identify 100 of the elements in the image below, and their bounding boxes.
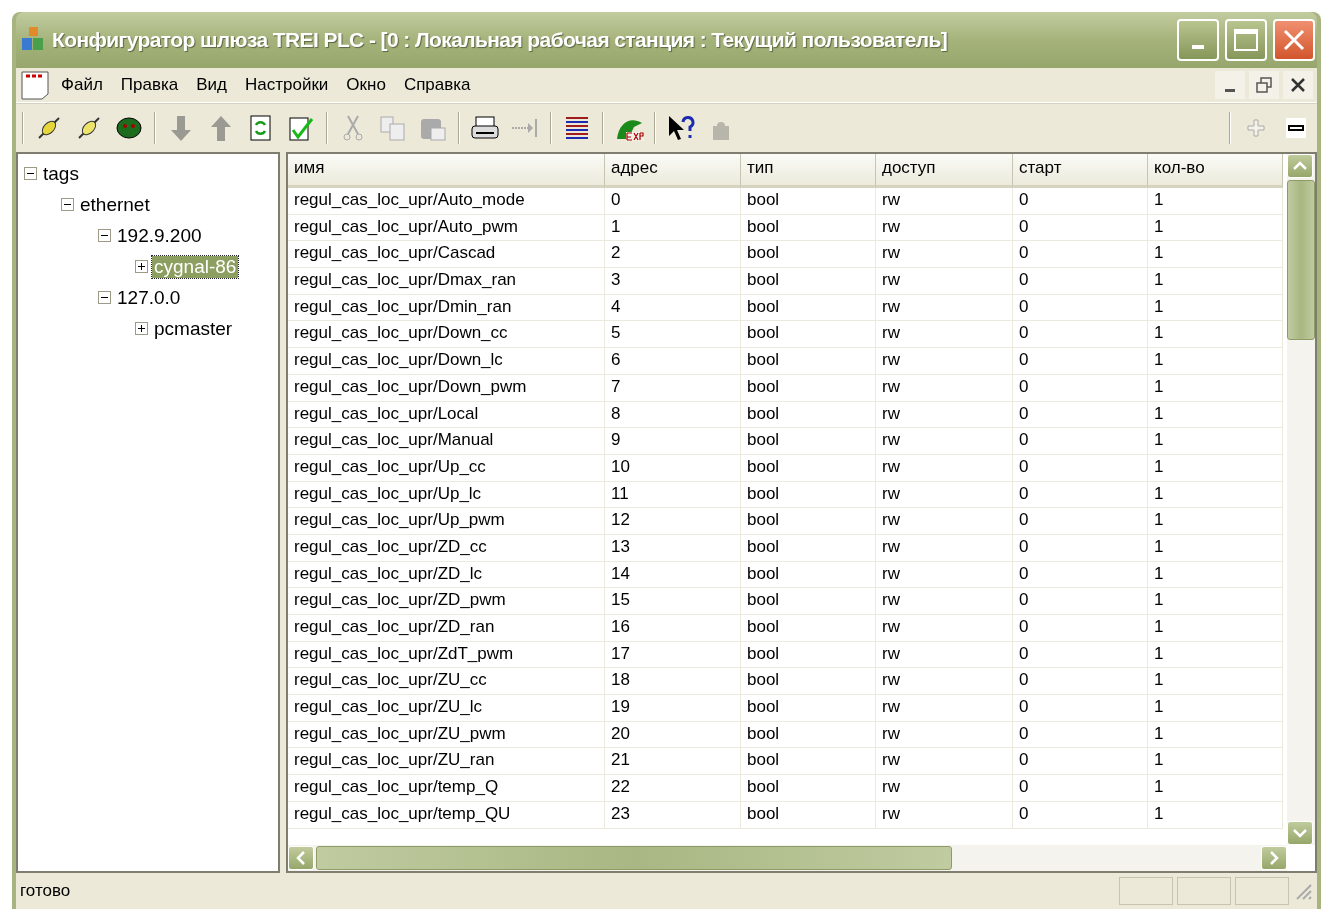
table-cell: 0 <box>605 188 741 215</box>
menu-item[interactable]: Справка <box>396 73 478 97</box>
menu-item[interactable]: Правка <box>113 73 186 97</box>
table-cell: 21 <box>605 748 741 776</box>
table-cell: 0 <box>1013 561 1148 589</box>
table-cell: 1 <box>1148 508 1283 535</box>
table-cell: bool <box>741 668 876 696</box>
table-cell: 1 <box>1148 588 1283 615</box>
maximize-button[interactable] <box>1225 19 1267 61</box>
tree-item[interactable]: pcmaster <box>152 317 235 340</box>
table-cell: rw <box>876 348 1013 375</box>
column-header[interactable]: доступ <box>876 154 1013 188</box>
table-cell: 9 <box>605 428 741 455</box>
table-cell: bool <box>741 428 876 455</box>
minus-icon <box>27 173 34 174</box>
expand-toggle[interactable] <box>135 260 148 273</box>
plus-icon <box>138 263 145 270</box>
scroll-thumb[interactable] <box>1287 180 1315 340</box>
scroll-right-button[interactable] <box>1261 846 1287 870</box>
table-cell: 0 <box>1013 508 1148 535</box>
table-cell: 1 <box>1148 401 1283 429</box>
table-cell: 2 <box>605 241 741 269</box>
column-header[interactable]: имя <box>288 154 605 188</box>
horizontal-scrollbar[interactable] <box>288 845 1287 871</box>
table-cell: 0 <box>1013 454 1148 482</box>
table-cell: 0 <box>1013 588 1148 615</box>
column-header[interactable]: кол-во <box>1148 154 1283 188</box>
help-pointer-icon[interactable] <box>666 113 696 143</box>
tree-item[interactable]: 192.9.200 <box>115 224 204 247</box>
table-cell: rw <box>876 241 1013 269</box>
table-cell: 4 <box>605 294 741 322</box>
minus-icon <box>101 235 108 236</box>
table-cell: rw <box>876 428 1013 455</box>
table-cell: regul_cas_loc_upr/Down_cc <box>288 321 605 349</box>
table-cell: 0 <box>1013 374 1148 402</box>
column-header[interactable]: тип <box>741 154 876 188</box>
scroll-thumb[interactable] <box>316 846 952 870</box>
expand-toggle[interactable] <box>98 229 111 242</box>
table-cell: 1 <box>1148 348 1283 375</box>
scroll-down-button[interactable] <box>1287 821 1313 845</box>
table-cell: regul_cas_loc_upr/Auto_pwm <box>288 214 605 242</box>
table-cell: 8 <box>605 401 741 429</box>
table-cell: regul_cas_loc_upr/ZU_lc <box>288 695 605 722</box>
expand-toggle[interactable] <box>98 291 111 304</box>
table-cell: 0 <box>1013 668 1148 696</box>
minimize-icon <box>1192 45 1204 49</box>
table-cell: 1 <box>1148 321 1283 349</box>
menu-item[interactable]: Настройки <box>238 73 336 97</box>
table-cell: rw <box>876 615 1013 642</box>
table-cell: 0 <box>1013 321 1148 349</box>
table-cell: 1 <box>1148 188 1283 215</box>
menu-item[interactable]: Вид <box>189 73 234 97</box>
table-cell: 1 <box>1148 668 1283 696</box>
scroll-up-button[interactable] <box>1287 154 1313 178</box>
menu-item[interactable]: Окно <box>339 73 393 97</box>
table-cell: 1 <box>1148 534 1283 562</box>
table-cell: regul_cas_loc_upr/Down_lc <box>288 348 605 375</box>
table-cell: 0 <box>1013 775 1148 802</box>
table-cell: regul_cas_loc_upr/Up_pwm <box>288 508 605 535</box>
table-cell: rw <box>876 588 1013 615</box>
table-cell: 0 <box>1013 401 1148 429</box>
table-cell: bool <box>741 615 876 642</box>
minimize-button[interactable] <box>1177 19 1219 61</box>
column-header[interactable]: адрес <box>605 154 741 188</box>
close-icon <box>1291 78 1305 92</box>
expand-toggle[interactable] <box>61 198 74 211</box>
table-cell: 0 <box>1013 268 1148 295</box>
table-cell: rw <box>876 321 1013 349</box>
table-cell: regul_cas_loc_upr/ZU_cc <box>288 668 605 696</box>
table-cell: 10 <box>605 454 741 482</box>
table-cell: 13 <box>605 534 741 562</box>
tree-item[interactable]: ethernet <box>78 193 152 216</box>
table-cell: bool <box>741 294 876 322</box>
table-cell: 1 <box>1148 748 1283 776</box>
table-cell: rw <box>876 454 1013 482</box>
column-header[interactable]: старт <box>1013 154 1148 188</box>
expand-toggle[interactable] <box>135 322 148 335</box>
window-title: Конфигуратор шлюза TREI PLC - [0 : Локальная рабочая станция : Текущий пользователь] <box>52 28 949 52</box>
table-cell: 1 <box>1148 454 1283 482</box>
tree-item[interactable]: 127.0.0 <box>115 286 183 309</box>
table-cell: bool <box>741 374 876 402</box>
menu-item[interactable]: Файл <box>54 73 110 97</box>
vertical-scrollbar[interactable] <box>1287 154 1315 845</box>
status-panel <box>1177 877 1231 905</box>
table-cell: 1 <box>1148 775 1283 802</box>
table-cell: 1 <box>1148 721 1283 749</box>
table-cell: regul_cas_loc_upr/Cascad <box>288 241 605 269</box>
close-button[interactable] <box>1283 71 1313 99</box>
tree-item[interactable]: tags <box>41 162 81 185</box>
table-cell: bool <box>741 454 876 482</box>
table-cell: regul_cas_loc_upr/Local <box>288 401 605 429</box>
minimize-button[interactable] <box>1215 71 1245 99</box>
scroll-left-button[interactable] <box>288 846 314 870</box>
restore-button[interactable] <box>1249 71 1279 99</box>
table-cell: 1 <box>1148 641 1283 669</box>
table-cell: 0 <box>1013 721 1148 749</box>
table-cell: 0 <box>1013 348 1148 375</box>
table-cell: regul_cas_loc_upr/Up_lc <box>288 481 605 509</box>
table-cell: regul_cas_loc_upr/ZU_ran <box>288 748 605 776</box>
expand-toggle[interactable] <box>24 167 37 180</box>
